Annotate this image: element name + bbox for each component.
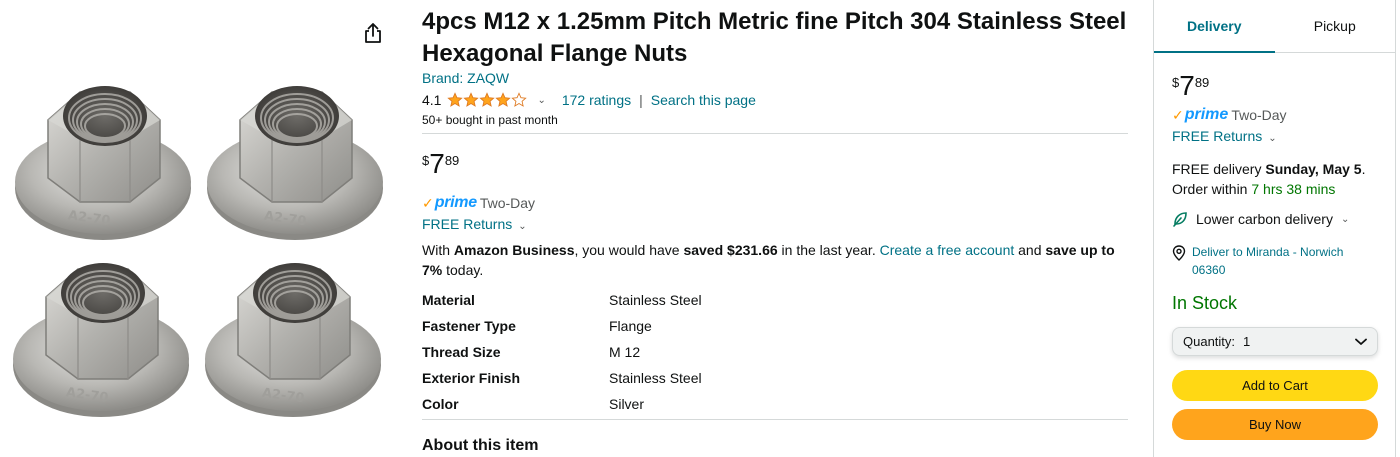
buy-now-button[interactable]: Buy Now <box>1172 409 1378 440</box>
delivery-period: . <box>1361 161 1366 177</box>
biz-text: in the last year. <box>777 242 880 258</box>
biz-text: With <box>422 242 454 258</box>
spec-row: Material Stainless Steel <box>422 287 702 313</box>
spec-key: Thread Size <box>422 344 501 360</box>
delivery-prefix: FREE delivery <box>1172 161 1266 177</box>
biz-text: and <box>1014 242 1046 258</box>
biz-text: , you would have <box>574 242 684 258</box>
add-to-cart-button[interactable]: Add to Cart <box>1172 370 1378 401</box>
prime-badge[interactable]: ✓ prime Two-Day <box>422 194 535 212</box>
prime-logo: prime <box>1184 106 1229 123</box>
two-day-label: Two-Day <box>1231 107 1287 123</box>
star-icon <box>511 92 528 107</box>
location-pin-icon <box>1172 245 1186 261</box>
ratings-count-link[interactable]: 172 ratings <box>562 92 631 108</box>
order-within: Order within <box>1172 181 1252 197</box>
tab-pickup[interactable]: Pickup <box>1275 0 1396 52</box>
price-whole: 7 <box>429 148 445 179</box>
brand-link[interactable]: Brand: ZAQW <box>422 70 509 86</box>
spec-value: Silver <box>609 396 645 412</box>
buy-box: Delivery Pickup $ 7 89 ✓ prime Two-Day F… <box>1153 0 1396 457</box>
chevron-down-icon: ⌄ <box>1340 213 1350 225</box>
spec-key: Material <box>422 292 475 308</box>
free-returns-link[interactable]: FREE Returns ⌄ <box>1172 128 1277 144</box>
product-image-gallery[interactable]: A2-70 A2-70 A2-70 A2-70 <box>0 0 400 457</box>
star-icon <box>479 92 496 107</box>
rating-value: 4.1 <box>422 92 442 108</box>
separator: | <box>639 92 643 108</box>
biz-saved-amount: saved $231.66 <box>683 242 778 258</box>
price-symbol: $ <box>1172 75 1180 90</box>
spec-key: Exterior Finish <box>422 370 521 386</box>
delivery-info: FREE delivery Sunday, May 5. Order withi… <box>1172 159 1387 199</box>
nut-image-2[interactable]: A2-70 <box>200 78 390 248</box>
carbon-label: Lower carbon delivery <box>1196 211 1333 227</box>
star-icon <box>447 92 464 107</box>
spec-value: M 12 <box>609 344 641 360</box>
spec-table: Material Stainless Steel Fastener Type Fla… <box>422 287 702 417</box>
lower-carbon-delivery[interactable]: Lower carbon delivery ⌄ <box>1172 211 1349 227</box>
spec-key: Color <box>422 396 459 412</box>
price-whole: 7 <box>1179 70 1195 101</box>
price-fraction: 89 <box>444 153 460 168</box>
spec-value: Stainless Steel <box>609 370 702 386</box>
spec-value: Flange <box>609 318 652 334</box>
free-returns-label: FREE Returns <box>422 216 513 232</box>
create-account-link[interactable]: Create a free account <box>880 242 1015 258</box>
price-symbol: $ <box>422 153 430 168</box>
chevron-down-icon: ⌄ <box>518 221 527 232</box>
rating-row: 4.1 ⌄ 172 ratings | Search this page <box>422 90 756 110</box>
quantity-select[interactable]: Quantity: 1 <box>1172 327 1378 356</box>
star-icon <box>495 92 512 107</box>
check-icon: ✓ <box>422 194 434 211</box>
two-day-label: Two-Day <box>479 195 536 211</box>
search-page-link[interactable]: Search this page <box>651 92 756 108</box>
price: $ 7 89 <box>422 150 459 178</box>
product-title: 4pcs M12 x 1.25mm Pitch Metric fine Pitc… <box>422 8 1127 67</box>
prime-logo: prime <box>434 194 477 211</box>
biz-amazon-business: Amazon Business <box>453 242 575 258</box>
quantity-value: 1 <box>1243 334 1251 349</box>
stock-status: In Stock <box>1172 293 1238 313</box>
nut-image-3[interactable]: A2-70 <box>6 255 196 425</box>
chevron-down-icon <box>1355 338 1367 345</box>
spec-key: Fastener Type <box>422 318 516 334</box>
chevron-down-icon: ⌄ <box>1268 133 1277 144</box>
business-offer: With Amazon Business, you would have sav… <box>422 240 1128 280</box>
biz-text: today. <box>442 262 484 278</box>
spec-row: Exterior Finish Stainless Steel <box>422 365 702 391</box>
deliver-to-link[interactable]: Deliver to Miranda - Norwich 06360 <box>1172 243 1372 279</box>
leaf-icon <box>1173 212 1187 227</box>
price-fraction: 89 <box>1194 75 1210 90</box>
countdown: 7 hrs 38 mins <box>1251 181 1336 197</box>
spec-row: Fastener Type Flange <box>422 313 702 339</box>
chevron-down-icon[interactable]: ⌄ <box>537 95 545 106</box>
star-rating[interactable] <box>447 92 528 108</box>
about-heading: About this item <box>422 437 539 454</box>
nut-image-1[interactable]: A2-70 <box>8 78 198 248</box>
star-icon <box>463 92 480 107</box>
spec-row: Thread Size M 12 <box>422 339 702 365</box>
free-returns-link[interactable]: FREE Returns ⌄ <box>422 216 527 232</box>
delivery-date: Sunday, May 5 <box>1265 161 1362 177</box>
quantity-label: Quantity: <box>1183 334 1236 349</box>
divider <box>422 133 1128 134</box>
prime-badge[interactable]: ✓ prime Two-Day <box>1172 106 1287 124</box>
free-returns-label: FREE Returns <box>1172 128 1263 144</box>
bought-count: 50+ bought in past month <box>422 113 558 127</box>
nut-image-4[interactable]: A2-70 <box>198 255 388 425</box>
tab-delivery[interactable]: Delivery <box>1154 0 1275 53</box>
spec-value: Stainless Steel <box>609 292 702 308</box>
delivery-tabs: Delivery Pickup <box>1154 0 1395 53</box>
spec-row: Color Silver <box>422 391 702 417</box>
check-icon: ✓ <box>1172 106 1184 123</box>
share-icon[interactable] <box>363 22 383 44</box>
buybox-price: $ 7 89 <box>1172 72 1209 100</box>
divider <box>422 419 1128 420</box>
deliver-to-label: Deliver to Miranda - Norwich 06360 <box>1192 245 1344 277</box>
